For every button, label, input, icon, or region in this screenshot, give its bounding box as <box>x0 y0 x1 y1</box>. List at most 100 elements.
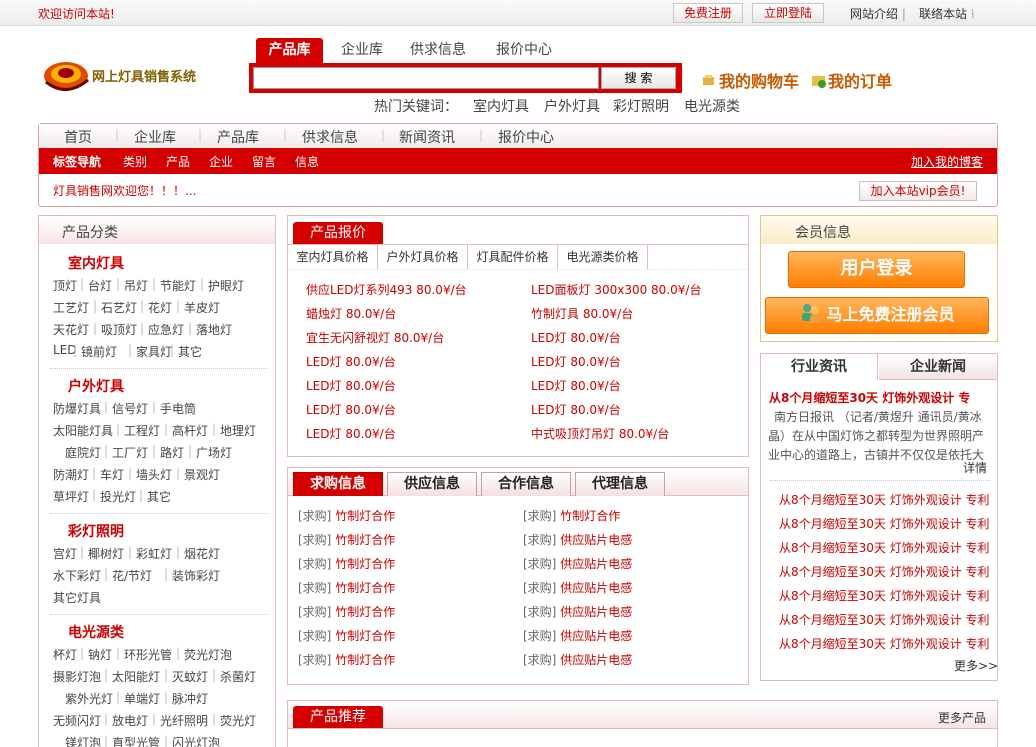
login-now-button[interactable]: 立即登陆 <box>752 3 824 23</box>
sub-nav-message[interactable]: 留言 <box>252 153 276 170</box>
info-item[interactable]: [求购] 供应贴片电感 <box>523 579 632 596</box>
more-products-link[interactable]: 更多产品 <box>938 709 986 726</box>
info-tab-supply[interactable]: 供应信息 <box>387 472 477 496</box>
news-more-link[interactable]: 更多>> <box>954 657 998 674</box>
category-item[interactable]: 椰树灯 <box>88 545 124 562</box>
sub-nav-product[interactable]: 产品 <box>166 153 190 170</box>
nav-news[interactable]: 新闻资讯 <box>399 127 455 147</box>
category-item[interactable]: 无频闪灯 <box>53 712 101 729</box>
price-item[interactable]: 竹制灯具 80.0¥/台 <box>531 305 633 322</box>
nav-home[interactable]: 首页 <box>64 127 92 147</box>
nav-quotes[interactable]: 报价中心 <box>498 127 554 147</box>
category-item[interactable]: 荧光灯泡 <box>184 646 232 663</box>
category-item[interactable]: 车灯 <box>100 466 124 483</box>
category-group-title[interactable]: 电光源类 <box>68 622 124 642</box>
category-item[interactable]: 烟花灯 <box>184 545 220 562</box>
category-item[interactable]: 镁灯泡 <box>65 734 101 747</box>
search-button[interactable]: 搜 索 <box>601 67 676 89</box>
recommend-tab[interactable]: 产品推荐 <box>293 706 383 728</box>
price-subtab-indoor[interactable]: 室内灯具价格 <box>288 245 378 269</box>
price-item[interactable]: 供应LED灯系列493 80.0¥/台 <box>306 281 467 298</box>
category-group-title[interactable]: 室内灯具 <box>68 253 124 273</box>
price-item[interactable]: LED面板灯 300x300 80.0¥/台 <box>531 281 701 298</box>
info-item[interactable]: [求购] 竹制灯合作 <box>298 555 395 572</box>
category-item[interactable]: 防爆灯具 <box>53 400 101 417</box>
news-tab-industry[interactable]: 行业资讯 <box>761 354 878 380</box>
price-item[interactable]: LED灯 80.0¥/台 <box>531 401 621 418</box>
hot-keyword[interactable]: 室内灯具 <box>473 96 529 116</box>
category-item[interactable]: 其它 <box>178 343 202 360</box>
price-item[interactable]: LED灯 80.0¥/台 <box>306 425 396 442</box>
category-item[interactable]: 家具灯 <box>136 343 172 360</box>
category-item[interactable]: 彩虹灯 <box>136 545 172 562</box>
category-item[interactable]: 装饰彩灯 <box>172 567 220 584</box>
info-item[interactable]: [求购] 供应贴片电感 <box>523 627 632 644</box>
hot-keyword[interactable]: 户外灯具 <box>544 96 600 116</box>
category-item[interactable]: 广场灯 <box>196 444 232 461</box>
category-item[interactable]: 墙头灯 <box>136 466 172 483</box>
category-item[interactable]: 闪光灯泡 <box>172 734 220 747</box>
info-item[interactable]: [求购] 供应贴片电感 <box>523 531 632 548</box>
category-item[interactable]: 光纤照明 <box>160 712 208 729</box>
category-item[interactable]: 草坪灯 <box>53 488 89 505</box>
category-item[interactable]: 钠灯 <box>88 646 112 663</box>
category-item[interactable]: 环形光管 <box>124 646 172 663</box>
category-group-title[interactable]: 户外灯具 <box>68 376 124 396</box>
nav-products[interactable]: 产品库 <box>217 127 259 147</box>
price-item[interactable]: LED灯 80.0¥/台 <box>531 353 621 370</box>
category-item[interactable]: 单端灯 <box>124 690 160 707</box>
sub-nav-info[interactable]: 信息 <box>295 153 319 170</box>
price-item[interactable]: LED灯 80.0¥/台 <box>531 329 621 346</box>
category-item[interactable]: 吊灯 <box>124 277 148 294</box>
category-item[interactable]: 其它 <box>147 488 171 505</box>
category-group-title[interactable]: 彩灯照明 <box>68 521 124 541</box>
category-item[interactable]: 摄影灯泡 <box>53 668 101 685</box>
info-tab-cooperation[interactable]: 合作信息 <box>481 472 571 496</box>
news-item[interactable]: 从8个月缩短至30天 灯饰外观设计 专利 <box>779 611 990 628</box>
price-subtab-outdoor[interactable]: 户外灯具价格 <box>378 245 468 269</box>
category-item[interactable]: 太阳能灯 <box>112 668 160 685</box>
news-headline[interactable]: 从8个月缩短至30天 灯饰外观设计 专 <box>769 389 970 406</box>
category-item[interactable]: 工程灯 <box>124 422 160 439</box>
price-subtab-light-source[interactable]: 电光源类价格 <box>558 245 648 269</box>
news-item[interactable]: 从8个月缩短至30天 灯饰外观设计 专利 <box>779 635 990 652</box>
category-item[interactable]: 台灯 <box>88 277 112 294</box>
category-item[interactable]: 直型光管 <box>112 734 160 747</box>
info-item[interactable]: [求购] 竹制灯合作 <box>298 579 395 596</box>
category-item[interactable]: 脉冲灯 <box>172 690 208 707</box>
category-item[interactable]: 宫灯 <box>53 545 77 562</box>
category-item[interactable]: 羊皮灯 <box>184 299 220 316</box>
free-member-register-button[interactable]: 马上免费注册会员 <box>765 297 989 334</box>
info-item[interactable]: [求购] 竹制灯合作 <box>298 651 395 668</box>
sub-nav-company[interactable]: 企业 <box>209 153 233 170</box>
site-intro-link[interactable]: 网站介绍 | <box>850 5 906 22</box>
price-item[interactable]: LED灯 80.0¥/台 <box>531 377 621 394</box>
category-item[interactable]: 庭院灯 <box>65 444 101 461</box>
category-item[interactable]: 灭蚊灯 <box>172 668 208 685</box>
category-item[interactable]: 顶灯 <box>53 277 77 294</box>
category-item[interactable]: 水下彩灯 <box>53 567 101 584</box>
join-vip-button[interactable]: 加入本站vip会员! <box>859 181 977 201</box>
price-tab[interactable]: 产品报价 <box>293 222 383 244</box>
shopping-cart-link[interactable]: 我的购物车 <box>702 68 799 92</box>
site-logo[interactable]: 网上灯具销售系统 <box>42 54 238 98</box>
category-item[interactable]: 花/节灯 <box>112 567 152 584</box>
hot-keyword[interactable]: 电光源类 <box>684 96 740 116</box>
category-item[interactable]: 高杆灯 <box>172 422 208 439</box>
news-item[interactable]: 从8个月缩短至30天 灯饰外观设计 专利 <box>779 491 990 508</box>
category-item[interactable]: 路灯 <box>160 444 184 461</box>
price-item[interactable]: LED灯 80.0¥/台 <box>306 353 396 370</box>
news-detail-link[interactable]: 详情 <box>963 459 987 476</box>
category-item[interactable]: 景观灯 <box>184 466 220 483</box>
price-item[interactable]: 宜生无闪舒视灯 80.0¥/台 <box>306 329 444 346</box>
category-item[interactable]: 天花灯 <box>53 321 89 338</box>
category-item[interactable]: 信号灯 <box>112 400 148 417</box>
news-tab-company[interactable]: 企业新闻 <box>879 354 997 380</box>
category-item[interactable]: 工艺灯 <box>53 299 89 316</box>
search-tab-supply[interactable]: 供求信息 <box>400 38 476 64</box>
sub-nav-category[interactable]: 类别 <box>123 153 147 170</box>
category-item[interactable]: 手电筒 <box>160 400 196 417</box>
news-item[interactable]: 从8个月缩短至30天 灯饰外观设计 专利 <box>779 563 990 580</box>
category-item[interactable]: 工厂灯 <box>112 444 148 461</box>
price-item[interactable]: LED灯 80.0¥/台 <box>306 401 396 418</box>
